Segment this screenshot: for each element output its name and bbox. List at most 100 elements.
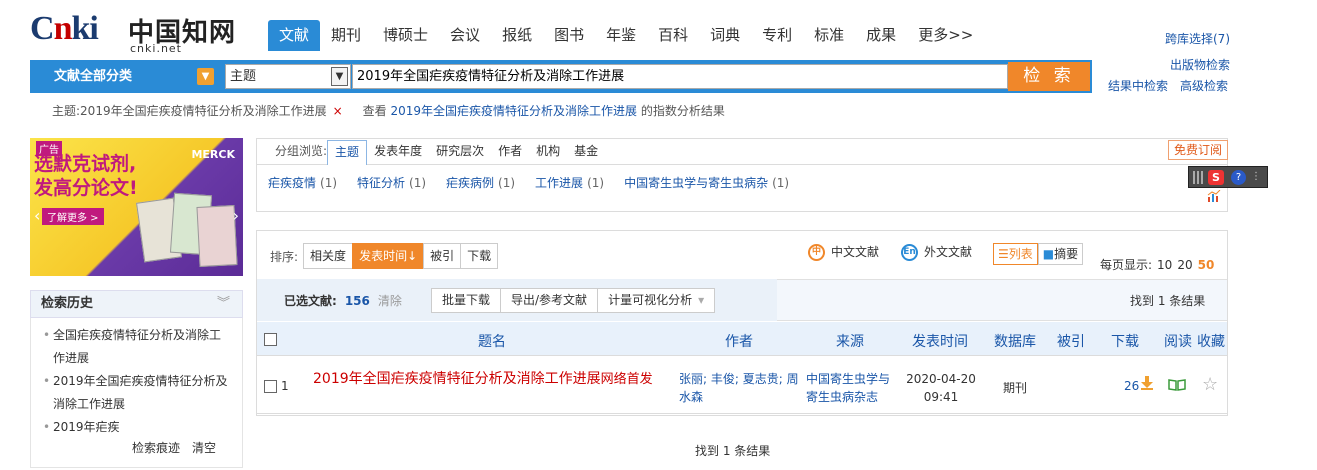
per-page-50[interactable]: 50 [1198, 258, 1215, 272]
history-clear-button[interactable]: 清空 [192, 441, 216, 455]
topic-item[interactable]: 特征分析 (1) [357, 174, 426, 191]
sogou-icon[interactable]: S [1208, 170, 1224, 185]
search-input[interactable]: 2019年全国疟疾疫情特征分析及消除工作进展 [352, 64, 1008, 89]
group-items: 疟疾疫情 (1) 特征分析 (1) 疟疾病例 (1) 工作进展 (1) 中国寄生虫学与寄… [268, 174, 809, 191]
col-database: 数据库 [994, 334, 1036, 350]
group-label: 分组浏览: [275, 144, 328, 158]
dropdown-arrow-icon: ▼ [331, 67, 348, 86]
group-divider [256, 164, 1228, 165]
ad-brand: MERCK [191, 148, 235, 161]
col-title: 题名 [478, 334, 506, 350]
export-button[interactable]: 导出/参考文献 [500, 288, 599, 313]
menu-icon[interactable]: ⋮ [1251, 171, 1261, 182]
index-analysis-link[interactable]: 2019年全国疟疾疫情特征分析及消除工作进展 [391, 104, 638, 118]
read-icon[interactable] [1168, 379, 1186, 391]
select-all-checkbox[interactable] [264, 333, 277, 346]
nav-achievement[interactable]: 成果 [855, 20, 907, 51]
nav-yearbook[interactable]: 年鉴 [595, 20, 647, 51]
nav-dictionary[interactable]: 词典 [699, 20, 751, 51]
selected-count[interactable]: 156 [345, 294, 370, 308]
search-links: 结果中检索 高级检索 [1108, 77, 1240, 94]
download-icon[interactable] [1140, 376, 1154, 390]
search-within-link[interactable]: 结果中检索 [1108, 79, 1168, 93]
online-first-badge: 网络首发 [600, 372, 653, 387]
cnki-logo[interactable]: Cnki 中国知网 cnki.net [30, 10, 240, 56]
view-abstract[interactable]: ■摘要 [1037, 243, 1084, 265]
ad-title: 选默克试剂, 发高分论文! [34, 153, 138, 199]
batch-actions: 批量下载 导出/参考文献 计量可视化分析 ▾ [431, 288, 716, 313]
col-source: 来源 [836, 334, 864, 350]
advanced-search-link[interactable]: 高级检索 [1180, 79, 1228, 93]
foreign-literature[interactable]: En 外文文献 [901, 243, 972, 261]
topic-item[interactable]: 疟疾病例 (1) [446, 174, 515, 191]
history-trace-button[interactable]: 检索痕迹 [132, 441, 180, 455]
visualization-button[interactable]: 计量可视化分析 ▾ [597, 288, 716, 313]
sort-bar: 排序: 相关度 发表时间↓ 被引 下载 [270, 243, 499, 269]
sogou-toolbar[interactable]: S ? ⋮ [1188, 166, 1268, 188]
nav-patent[interactable]: 专利 [751, 20, 803, 51]
topic-item[interactable]: 工作进展 (1) [535, 174, 604, 191]
result-download-count[interactable]: 26 [1124, 379, 1139, 393]
row-divider [257, 413, 1227, 414]
nav-more[interactable]: 更多>> [907, 20, 984, 51]
publisher-search-link[interactable]: 出版物检索 [1130, 52, 1230, 78]
history-header[interactable]: 检索历史 ︾ [30, 290, 243, 318]
group-tab-level[interactable]: 研究层次 [429, 140, 491, 164]
ad-banner[interactable]: 广告 MERCK 选默克试剂, 发高分论文! 了解更多 > ‹ › [30, 138, 243, 276]
chinese-literature[interactable]: 中中文文献 [808, 243, 879, 261]
view-list[interactable]: ☰列表 [993, 243, 1038, 265]
sort-relevance[interactable]: 相关度 [303, 243, 354, 269]
ad-prev-icon[interactable]: ‹ [34, 206, 40, 225]
language-filter: 中中文文献 En 外文文献 [808, 243, 994, 261]
nav-conference[interactable]: 会议 [439, 20, 491, 51]
sort-download[interactable]: 下载 [460, 243, 499, 269]
list-icon: ☰ [998, 247, 1009, 261]
group-tab-author[interactable]: 作者 [491, 140, 529, 164]
col-cited: 被引 [1057, 334, 1085, 350]
help-icon[interactable]: ? [1231, 170, 1246, 185]
nav-standard[interactable]: 标准 [803, 20, 855, 51]
subject-line: 主题:2019年全国疟疾疫情特征分析及消除工作进展 × 查看 2019年全国疟疾疫情… [52, 102, 725, 119]
nav-literature[interactable]: 文献 [268, 20, 321, 51]
topic-item[interactable]: 疟疾疫情 (1) [268, 174, 337, 191]
abstract-icon: ■ [1042, 247, 1055, 261]
per-page-10[interactable]: 10 [1157, 258, 1172, 272]
nav-thesis[interactable]: 博硕士 [372, 20, 439, 51]
sort-date[interactable]: 发表时间↓ [352, 243, 425, 269]
logo-url: cnki.net [130, 42, 182, 55]
group-tab-institution[interactable]: 机构 [529, 140, 567, 164]
search-button[interactable]: 检 索 [1008, 62, 1090, 91]
history-item[interactable]: 2019年疟疾 [43, 416, 232, 439]
group-tab-subject[interactable]: 主题 [327, 140, 368, 165]
clear-selection[interactable]: 清除 [378, 294, 402, 308]
nav-journal[interactable]: 期刊 [320, 20, 372, 51]
nav-encyclopedia[interactable]: 百科 [647, 20, 699, 51]
category-selector[interactable]: 文献全部分类 ▼ [30, 60, 220, 93]
topic-item[interactable]: 中国寄生虫学与寄生虫病杂 (1) [624, 174, 789, 191]
grip-icon[interactable] [1193, 171, 1204, 184]
history-buttons: 检索痕迹 清空 [132, 439, 228, 456]
group-tab-fund[interactable]: 基金 [567, 140, 605, 164]
sort-cited[interactable]: 被引 [423, 243, 462, 269]
batch-download-button[interactable]: 批量下载 [431, 288, 502, 313]
ad-more-button[interactable]: 了解更多 > [42, 208, 104, 225]
result-source[interactable]: 中国寄生虫学与寄生虫病杂志 [806, 370, 898, 406]
field-select[interactable]: 主题 ▼ [225, 64, 351, 89]
history-item[interactable]: 全国疟疾疫情特征分析及消除工作进展 [43, 324, 232, 370]
row-checkbox[interactable] [264, 380, 277, 393]
subscribe-button[interactable]: 免费订阅 [1168, 140, 1228, 160]
result-title[interactable]: 2019年全国疟疾疫情特征分析及消除工作进展网络首发 [313, 369, 675, 390]
per-page-20[interactable]: 20 [1177, 258, 1192, 272]
favorite-star-icon[interactable]: ☆ [1202, 374, 1218, 395]
cross-db-link[interactable]: 跨库选择(7) [1130, 26, 1230, 52]
nav-newspaper[interactable]: 报纸 [491, 20, 543, 51]
history-item[interactable]: 2019年全国疟疾疫情特征分析及消除工作进展 [43, 370, 232, 416]
result-authors[interactable]: 张丽; 丰俊; 夏志贵; 周水森 [679, 370, 801, 406]
selected-label: 已选文献: [284, 294, 337, 308]
close-icon[interactable]: × [333, 104, 343, 118]
chart-icon[interactable] [1207, 190, 1221, 202]
nav-books[interactable]: 图书 [543, 20, 595, 51]
group-tab-year[interactable]: 发表年度 [367, 140, 429, 164]
ad-next-icon[interactable]: › [233, 206, 239, 225]
chevron-down-icon: ▼ [197, 68, 214, 85]
